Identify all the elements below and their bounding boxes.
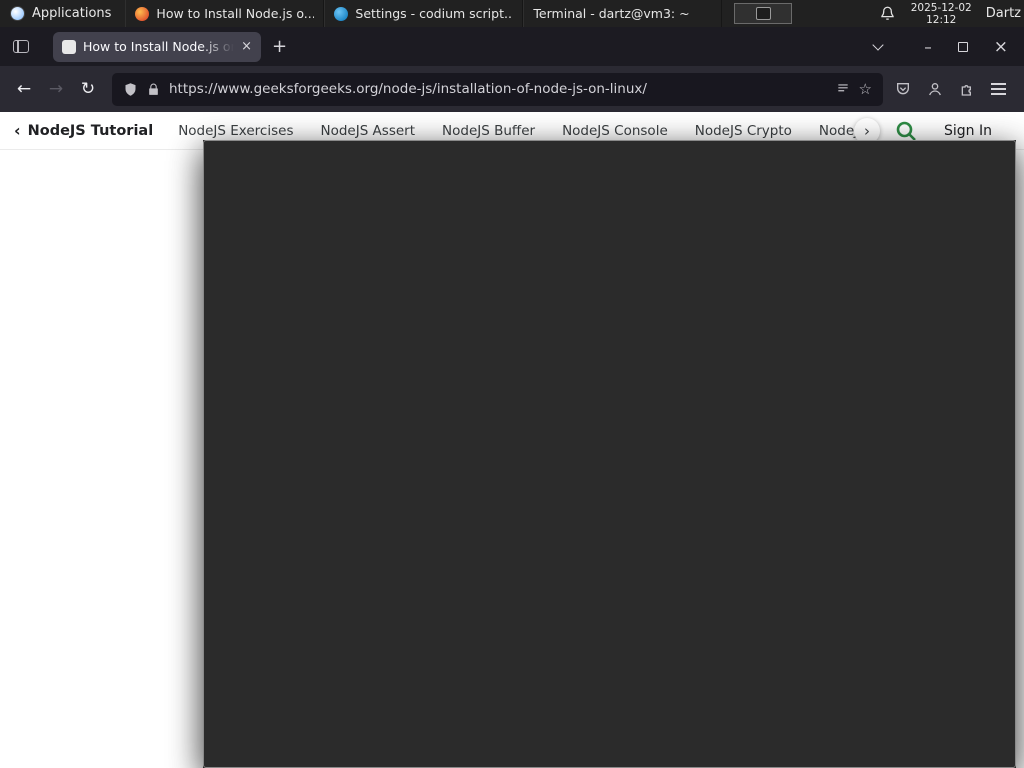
- browser-window-controls: – ×: [924, 37, 1008, 57]
- workspace-window-icon: [755, 7, 771, 20]
- toolbar-icons: [895, 81, 1006, 97]
- site-nav-link[interactable]: NodeJS Buffer: [442, 123, 535, 139]
- pocket-icon[interactable]: [895, 81, 911, 97]
- url-text[interactable]: https://www.geeksforgeeks.org/node-js/in…: [169, 81, 827, 97]
- search-icon: [896, 121, 916, 141]
- site-nav-primary[interactable]: ‹ NodeJS Tutorial: [14, 121, 153, 140]
- extensions-icon[interactable]: [959, 81, 975, 97]
- chevron-left-icon[interactable]: ‹: [14, 121, 21, 140]
- url-bar[interactable]: https://www.geeksforgeeks.org/node-js/in…: [112, 72, 883, 106]
- bell-icon: [880, 6, 894, 20]
- workspace-pager[interactable]: [734, 3, 793, 24]
- applications-menu-button[interactable]: Applications: [0, 0, 121, 27]
- taskbar-window-button[interactable]: How to Install Node.js o...: [125, 0, 325, 27]
- window-minimize-button[interactable]: –: [924, 38, 932, 56]
- back-button[interactable]: ←: [8, 73, 40, 105]
- window-close-button[interactable]: ×: [994, 37, 1008, 57]
- clock[interactable]: 2025-12-02 12:12: [911, 2, 972, 26]
- reload-button[interactable]: ↻: [72, 73, 104, 105]
- sign-in-button[interactable]: Sign In: [944, 123, 992, 139]
- window-title-label: Terminal - dartz@vm3: ~: [533, 6, 690, 21]
- desktop-panel: Applications How to Install Node.js o...…: [0, 0, 1024, 768]
- browser-tab-active[interactable]: How to Install Node.js on ×: [53, 31, 261, 62]
- site-nav-link[interactable]: NodeJS Assert: [320, 123, 415, 139]
- forward-button[interactable]: →: [40, 73, 72, 105]
- new-tab-button[interactable]: +: [272, 36, 287, 57]
- site-nav-primary-label: NodeJS Tutorial: [27, 122, 154, 139]
- lock-icon[interactable]: [147, 83, 160, 96]
- site-nav-links: NodeJS Exercises NodeJS Assert NodeJS Bu…: [178, 123, 868, 139]
- menu-hamburger-icon[interactable]: [991, 83, 1006, 95]
- site-nav-link[interactable]: NodeJS Crypto: [695, 123, 792, 139]
- tab-close-icon[interactable]: ×: [241, 39, 252, 54]
- tracking-protection-shield-icon[interactable]: [123, 82, 138, 97]
- reader-mode-icon[interactable]: [836, 82, 850, 96]
- user-label: Dartz: [985, 6, 1021, 21]
- account-icon[interactable]: [927, 81, 943, 97]
- applications-label: Applications: [32, 6, 112, 21]
- site-nav-link[interactable]: NodeJS Console: [562, 123, 668, 139]
- browser-toolbar: ← → ↻ https://www.geeksforgeeks.org/node…: [0, 66, 1024, 112]
- applications-icon: [10, 6, 25, 21]
- site-search-button[interactable]: [894, 119, 918, 143]
- clock-time: 12:12: [926, 13, 957, 26]
- notifications-button[interactable]: [880, 6, 895, 21]
- list-all-tabs-chevron-icon[interactable]: [872, 39, 884, 51]
- window-app-icon: [135, 6, 150, 21]
- taskbar-window-button[interactable]: Settings - codium script...: [324, 0, 524, 27]
- tab-title: How to Install Node.js on: [83, 39, 235, 54]
- clock-date: 2025-12-02: [910, 1, 972, 14]
- window-title-label: How to Install Node.js o...: [156, 6, 315, 21]
- taskbar-window-button[interactable]: Terminal - dartz@vm3: ~: [203, 0, 1016, 768]
- site-nav-link[interactable]: NodeJS Exercises: [178, 123, 293, 139]
- window-title-label: Settings - codium script...: [355, 6, 514, 21]
- bookmark-star-icon[interactable]: ☆: [859, 80, 872, 98]
- taskbar: How to Install Node.js o... Settings - c…: [125, 0, 1016, 768]
- browser-tab-bar: How to Install Node.js on × + – ×: [0, 27, 1024, 66]
- tab-favicon: [62, 39, 76, 54]
- firefox-view-icon: [13, 40, 29, 53]
- window-restore-button[interactable]: [957, 41, 968, 52]
- firefox-view-button[interactable]: [6, 32, 36, 62]
- window-app-icon: [334, 6, 349, 21]
